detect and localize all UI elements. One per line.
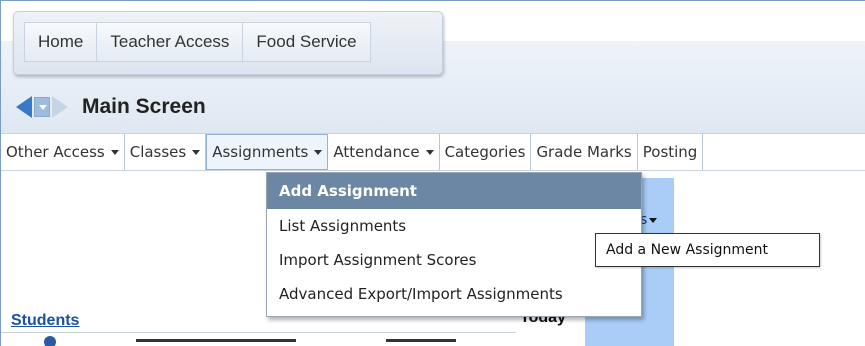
caret-down-icon	[425, 150, 434, 155]
menu-label: Categories	[444, 143, 526, 161]
caret-down-icon	[314, 150, 323, 155]
dropdown-item-list-assignments[interactable]: List Assignments	[267, 209, 641, 243]
column-header-partial[interactable]: s	[640, 212, 658, 228]
menu-assignments[interactable]: Assignments	[206, 134, 329, 170]
menu-label: Other Access	[6, 143, 105, 161]
menu-grade-marks[interactable]: Grade Marks	[531, 134, 638, 170]
menu-label: Classes	[129, 143, 187, 161]
caret-down-icon	[192, 150, 201, 155]
caret-down-icon	[110, 150, 119, 155]
menu-categories[interactable]: Categories	[440, 134, 532, 170]
menu-label: Grade Marks	[536, 143, 632, 161]
dropdown-item-advanced-export-import[interactable]: Advanced Export/Import Assignments	[267, 277, 641, 311]
top-tab-strip: Home Teacher Access Food Service	[24, 22, 371, 62]
divider	[1, 332, 516, 333]
row-text-peek	[386, 339, 456, 342]
menu-label: Attendance	[333, 143, 420, 161]
navigation-bar: Main Screen	[16, 95, 206, 119]
caret-down-icon	[649, 217, 658, 223]
tab-teacher-access[interactable]: Teacher Access	[97, 23, 244, 61]
assignments-dropdown: Add Assignment List Assignments Import A…	[266, 172, 642, 317]
tooltip: Add a New Assignment	[595, 233, 820, 267]
table-row	[6, 339, 506, 346]
menu-label: Posting	[642, 143, 698, 161]
students-link[interactable]: Students	[11, 312, 79, 330]
row-text-peek	[136, 339, 296, 342]
page-title: Main Screen	[82, 95, 206, 118]
history-dropdown-icon[interactable]	[34, 97, 50, 117]
arrow-right-icon[interactable]	[52, 96, 68, 118]
top-tab-panel: Home Teacher Access Food Service	[13, 11, 443, 75]
tab-home[interactable]: Home	[25, 23, 98, 61]
menu-attendance[interactable]: Attendance	[328, 134, 440, 170]
dropdown-item-add-assignment[interactable]: Add Assignment	[267, 173, 641, 209]
arrow-left-icon[interactable]	[16, 96, 32, 118]
menu-other-access[interactable]: Other Access	[1, 134, 125, 170]
menu-bar: Other Access Classes Assignments Attenda…	[1, 133, 865, 171]
menu-classes[interactable]: Classes	[125, 134, 207, 170]
menu-posting[interactable]: Posting	[638, 134, 704, 170]
menu-label: Assignments	[212, 143, 309, 161]
tab-food-service[interactable]: Food Service	[243, 23, 369, 61]
dropdown-item-import-assignment-scores[interactable]: Import Assignment Scores	[267, 243, 641, 277]
